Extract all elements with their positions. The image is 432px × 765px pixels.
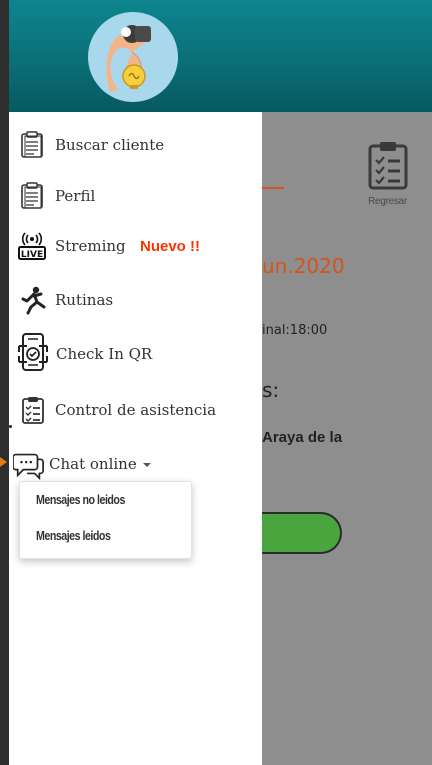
svg-text:LIVE: LIVE [21,250,43,260]
menu-label-rutinas: Rutinas [55,291,114,309]
chevron-down-icon [142,463,151,467]
avatar[interactable] [88,12,178,102]
background-name: Araya de la [262,429,343,446]
pointer-arrow [0,457,7,467]
background-time: inal:18:00 [262,323,328,338]
clipboard-back-icon [368,142,407,190]
menu-label-check-in-qr: Check In QR [56,345,153,363]
strong-arm-brain-icon [106,25,152,92]
background-divider [262,187,284,189]
menu-label-buscar-cliente: Buscar cliente [55,136,165,154]
clipboard-icon [17,180,49,212]
background-date: un.2020 [262,254,345,278]
menu-label-chat-online: Chat online [49,455,151,473]
live-broadcast-icon: LIVE [16,230,48,262]
menu-label-control-asistencia: Control de asistencia [55,401,217,419]
chat-dropdown: Mensajes no leidos Mensajes leidos [19,481,192,559]
exercise-icon [17,284,49,316]
regresar-button[interactable]: Regresar [355,140,420,240]
menu-item-control-asistencia[interactable]: Control de asistencia [9,390,262,430]
side-menu: Buscar cliente Perfil LIVE Streming Nuev… [9,112,262,765]
left-edge-strip [0,0,9,765]
clipboard-icon [17,129,49,161]
chat-bubbles-icon [13,448,45,480]
menu-item-buscar-cliente[interactable]: Buscar cliente [9,125,262,165]
menu-item-streming[interactable]: LIVE Streming Nuevo !! [9,226,262,266]
edge-dot [9,425,12,428]
phone-qr-check-icon [15,332,51,372]
menu-label-perfil: Perfil [55,187,96,205]
menu-item-chat-online[interactable]: Chat online [9,444,262,484]
menu-item-check-in-qr[interactable]: Check In QR [9,332,262,374]
new-badge: Nuevo !! [140,237,200,255]
app-header [9,0,432,112]
checklist-icon [17,394,49,426]
menu-item-perfil[interactable]: Perfil [9,176,262,216]
dropdown-item-mensajes-leidos[interactable]: Mensajes leidos [36,528,111,543]
background-heading: s: [262,378,280,402]
dropdown-item-mensajes-no-leidos[interactable]: Mensajes no leidos [36,492,125,507]
menu-item-rutinas[interactable]: Rutinas [9,280,262,320]
regresar-label: Regresar [368,196,407,207]
menu-label-streming: Streming [55,237,126,255]
chat-online-text: Chat online [49,455,137,473]
